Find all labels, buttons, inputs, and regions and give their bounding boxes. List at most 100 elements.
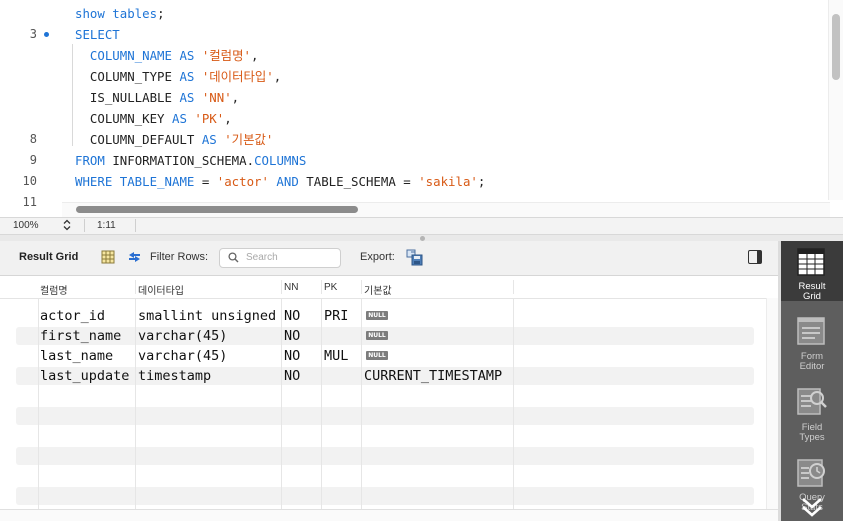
row-selector[interactable] [16, 347, 37, 365]
table-cell[interactable]: NO [284, 367, 300, 386]
row-selector[interactable] [16, 447, 37, 465]
null-badge[interactable]: NULL [366, 331, 388, 340]
grid-vertical-scrollbar[interactable] [766, 298, 778, 509]
code-line[interactable]: 10 WHERE TABLE_NAME = 'actor' AND TABLE_S… [0, 171, 830, 192]
row-selector[interactable] [16, 307, 37, 325]
code-line[interactable]: COLUMN_KEY AS 'PK', [0, 108, 830, 129]
row-selector[interactable] [16, 387, 37, 405]
code-text[interactable]: show tables; [75, 3, 165, 24]
toggle-sidebar-icon[interactable] [748, 250, 762, 264]
column-gridline [281, 299, 282, 509]
table-cell[interactable]: NO [284, 347, 300, 366]
table-cell[interactable]: actor_id [40, 307, 105, 326]
editor-horizontal-scroll-thumb[interactable] [76, 206, 358, 213]
table-row[interactable]: last_name varchar(45) NO MUL NULL [16, 347, 754, 365]
column-header[interactable]: 컬럼명 [40, 282, 68, 297]
search-input[interactable] [246, 251, 334, 264]
row-selector[interactable] [16, 427, 37, 445]
column-divider[interactable] [321, 280, 322, 294]
line-number: 9 [29, 153, 37, 167]
null-badge[interactable]: NULL [366, 311, 388, 320]
column-divider[interactable] [513, 280, 514, 294]
code-token: , [250, 48, 259, 63]
sidebar-item-result-grid[interactable]: Result Grid [781, 241, 843, 302]
table-row[interactable]: last_update timestamp NO CURRENT_TIMESTAMP [16, 367, 754, 385]
table-cell[interactable]: CURRENT_TIMESTAMP [364, 367, 502, 386]
zoom-stepper-icon[interactable] [63, 219, 71, 233]
table-row[interactable]: actor_id smallint unsigned NO PRI NULL [16, 307, 754, 325]
table-cell[interactable]: first_name [40, 327, 121, 346]
editor-vertical-scroll-thumb[interactable] [832, 14, 840, 80]
table-cell[interactable]: varchar(45) [138, 327, 227, 346]
empty-row[interactable] [16, 487, 754, 505]
null-badge[interactable]: NULL [366, 351, 388, 360]
sql-keyword: AS [179, 48, 202, 63]
row-selector[interactable] [16, 367, 37, 385]
column-header[interactable]: 기본값 [364, 282, 392, 297]
empty-row[interactable] [16, 467, 754, 485]
row-selector[interactable] [16, 407, 37, 425]
column-header[interactable]: NN [284, 282, 298, 293]
code-token: , [231, 90, 240, 105]
code-line[interactable]: 9 FROM INFORMATION_SCHEMA.COLUMNS [0, 150, 830, 171]
code-line[interactable]: COLUMN_TYPE AS '데이터타입', [0, 66, 830, 87]
zoom-level[interactable]: 100% [13, 220, 39, 231]
row-selector[interactable] [16, 487, 37, 505]
table-cell[interactable]: NO [284, 307, 300, 326]
table-cell[interactable]: smallint unsigned [138, 307, 276, 326]
editor-horizontal-scrollbar[interactable] [62, 202, 830, 217]
code-text[interactable]: IS_NULLABLE AS 'NN', [75, 87, 239, 108]
filter-rows-search[interactable] [219, 248, 341, 268]
code-text[interactable]: SELECT [75, 24, 120, 45]
empty-row[interactable] [16, 447, 754, 465]
table-cell[interactable]: timestamp [138, 367, 211, 386]
code-text[interactable]: WHERE TABLE_NAME = 'actor' AND TABLE_SCH… [75, 171, 485, 192]
table-cell[interactable]: last_name [40, 347, 113, 366]
refresh-icon[interactable] [127, 250, 141, 264]
result-view-sidebar: Result Grid Form Editor Field Types Quer… [781, 241, 843, 521]
sidebar-item-form-editor[interactable]: Form Editor [781, 312, 843, 372]
result-grid[interactable]: 컬럼명 데이터타입 NN PK 기본값 actor_id smallint uns… [0, 276, 778, 521]
editor-vertical-scrollbar[interactable] [828, 0, 843, 200]
code-line[interactable]: COLUMN_NAME AS '컬럼명', [0, 45, 830, 66]
string-literal: 'PK' [194, 111, 225, 126]
code-text[interactable]: FROM INFORMATION_SCHEMA.COLUMNS [75, 150, 306, 171]
grid-horizontal-scrollbar[interactable] [0, 509, 778, 521]
code-text[interactable]: COLUMN_TYPE AS '데이터타입', [75, 66, 281, 87]
sidebar-item-query-stats[interactable]: Query Stats [781, 453, 843, 517]
code-line[interactable]: 3 SELECT [0, 24, 830, 45]
table-cell[interactable]: last_update [40, 367, 129, 386]
code-token: = [201, 174, 217, 189]
code-token: = [403, 174, 419, 189]
column-header[interactable]: 데이터타입 [138, 282, 184, 297]
column-divider[interactable] [135, 280, 136, 294]
column-divider[interactable] [281, 280, 282, 294]
row-selector[interactable] [16, 467, 37, 485]
code-text[interactable]: COLUMN_NAME AS '컬럼명', [75, 45, 259, 66]
table-cell[interactable]: MUL [324, 347, 348, 366]
grid-layout-icon[interactable] [101, 250, 115, 264]
column-divider[interactable] [361, 280, 362, 294]
empty-row[interactable] [16, 407, 754, 425]
column-header[interactable]: PK [324, 282, 337, 293]
cursor-position: 1:11 [97, 220, 116, 231]
export-icon[interactable] [406, 249, 423, 266]
table-cell[interactable]: varchar(45) [138, 347, 227, 366]
code-token: IS_NULLABLE [75, 90, 180, 105]
table-row[interactable]: first_name varchar(45) NO NULL [16, 327, 754, 345]
code-line[interactable]: show tables; [0, 3, 830, 24]
row-selector[interactable] [16, 327, 37, 345]
statement-marker-icon[interactable] [44, 32, 49, 37]
table-cell[interactable]: NO [284, 327, 300, 346]
chevron-down-icon[interactable] [801, 497, 823, 520]
sql-editor[interactable]: show tables; 3 SELECT COLUMN_NAME AS '컬럼명'… [0, 0, 843, 217]
empty-row[interactable] [16, 387, 754, 405]
sql-keyword: SELECT [75, 27, 120, 42]
empty-row[interactable] [16, 427, 754, 445]
code-line[interactable]: IS_NULLABLE AS 'NN', [0, 87, 830, 108]
code-line[interactable]: 8 COLUMN_DEFAULT AS '기본값' [0, 129, 830, 150]
table-cell[interactable]: PRI [324, 307, 348, 326]
sidebar-item-field-types[interactable]: Field Types [781, 383, 843, 443]
code-text[interactable]: COLUMN_DEFAULT AS '기본값' [75, 129, 273, 150]
code-text[interactable]: COLUMN_KEY AS 'PK', [75, 108, 232, 129]
